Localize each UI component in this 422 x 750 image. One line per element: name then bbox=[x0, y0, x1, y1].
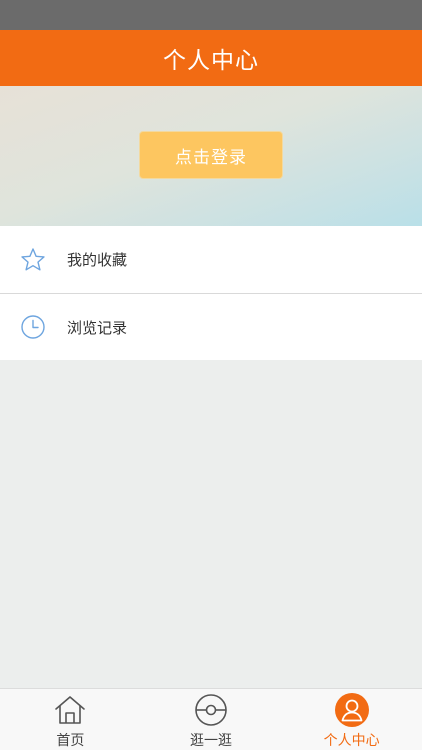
tab-profile[interactable]: 个人中心 bbox=[281, 689, 422, 750]
status-bar bbox=[0, 0, 422, 30]
login-button[interactable]: 点击登录 bbox=[139, 131, 283, 179]
profile-page: 个人中心 点击登录 我的收藏 浏览记录 首页 逛一逛 个人中心 bbox=[0, 0, 422, 750]
title-bar: 个人中心 bbox=[0, 30, 422, 86]
menu-list: 我的收藏 浏览记录 bbox=[0, 226, 422, 360]
tab-home[interactable]: 首页 bbox=[0, 689, 141, 750]
explore-icon bbox=[195, 694, 227, 726]
bottom-tab-bar: 首页 逛一逛 个人中心 bbox=[0, 688, 422, 750]
user-icon bbox=[334, 693, 369, 727]
tab-label: 逛一逛 bbox=[190, 733, 232, 749]
tab-label: 首页 bbox=[56, 733, 85, 749]
tab-label: 个人中心 bbox=[323, 733, 380, 749]
home-icon bbox=[55, 696, 86, 724]
menu-item-label: 我的收藏 bbox=[67, 251, 128, 269]
menu-item-history[interactable]: 浏览记录 bbox=[0, 293, 422, 360]
clock-icon bbox=[21, 315, 45, 339]
star-icon bbox=[21, 247, 45, 270]
tab-explore[interactable]: 逛一逛 bbox=[141, 689, 282, 750]
page-title: 个人中心 bbox=[163, 48, 259, 74]
menu-item-favorites[interactable]: 我的收藏 bbox=[0, 226, 422, 293]
menu-item-label: 浏览记录 bbox=[67, 318, 128, 337]
